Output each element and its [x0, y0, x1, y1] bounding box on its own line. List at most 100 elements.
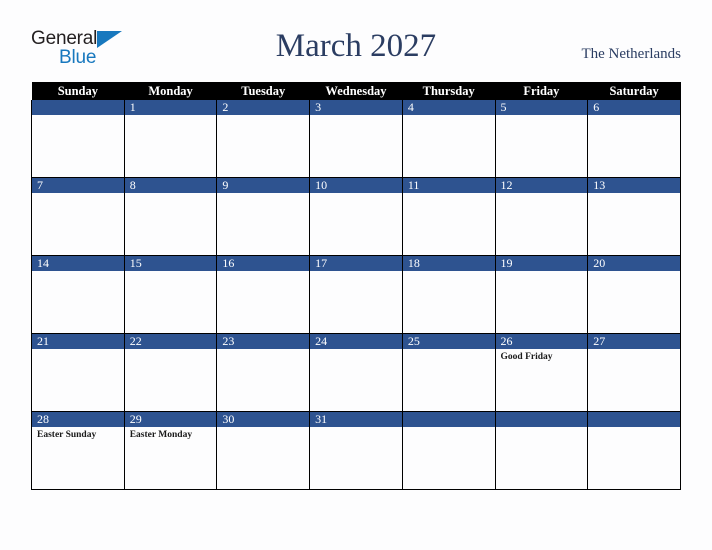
country-label: The Netherlands — [581, 46, 681, 62]
day-number — [32, 100, 124, 115]
calendar-day-cell[interactable]: 6 — [587, 100, 681, 178]
calendar-day-cell[interactable]: 3 — [309, 100, 403, 178]
day-events — [125, 193, 217, 195]
day-events — [310, 193, 402, 195]
day-events — [125, 349, 217, 351]
weekday-header-saturday: Saturday — [587, 82, 681, 100]
calendar-day-cell[interactable]: 2 — [216, 100, 311, 178]
day-events — [588, 193, 680, 195]
day-number: 1 — [124, 100, 217, 115]
day-number: 12 — [495, 178, 588, 193]
day-events — [217, 349, 309, 351]
day-number — [402, 412, 495, 427]
day-number: 23 — [217, 334, 310, 349]
calendar-day-cell[interactable]: 13 — [587, 177, 681, 256]
day-events — [403, 115, 495, 117]
day-events — [217, 427, 309, 429]
calendar-day-cell[interactable]: 19 — [494, 255, 589, 334]
event-label: Good Friday — [500, 352, 553, 362]
day-events — [310, 427, 402, 429]
day-events — [403, 349, 495, 351]
calendar-day-cell[interactable]: 20 — [587, 255, 681, 334]
day-number: 4 — [402, 100, 495, 115]
calendar-day-cell[interactable] — [401, 411, 496, 490]
event-label: Easter Monday — [129, 430, 193, 440]
calendar-day-cell[interactable]: 21 — [31, 333, 125, 412]
weekday-header-tuesday: Tuesday — [216, 82, 310, 100]
day-number: 31 — [310, 412, 402, 427]
calendar-day-cell[interactable]: 15 — [123, 255, 218, 334]
day-events — [125, 115, 217, 117]
calendar-day-cell[interactable]: 4 — [401, 100, 496, 178]
calendar-week-row: 7 8 9 10 11 12 13 — [31, 177, 681, 256]
calendar-day-cell[interactable] — [31, 100, 125, 178]
calendar-day-cell[interactable]: 30 — [216, 411, 311, 490]
day-number: 3 — [310, 100, 402, 115]
weekday-header-row: Sunday Monday Tuesday Wednesday Thursday… — [31, 82, 681, 100]
calendar-day-cell[interactable]: 25 — [401, 333, 496, 412]
calendar-page: General Blue March 2027 The Netherlands … — [0, 0, 712, 550]
day-events — [496, 427, 588, 429]
calendar-day-cell[interactable]: 8 — [123, 177, 218, 256]
calendar-week-row: 21 22 23 24 25 26 Good Friday 27 — [31, 333, 681, 412]
day-events — [403, 427, 495, 429]
calendar-day-cell[interactable]: 1 — [123, 100, 218, 178]
day-number: 16 — [217, 256, 310, 271]
weekday-header-wednesday: Wednesday — [309, 82, 403, 100]
day-events — [403, 193, 495, 195]
day-events — [496, 115, 588, 117]
calendar-grid: Sunday Monday Tuesday Wednesday Thursday… — [31, 82, 681, 490]
calendar-day-cell[interactable]: 17 — [309, 255, 403, 334]
day-events — [496, 193, 588, 195]
calendar-day-cell[interactable]: 24 — [309, 333, 403, 412]
calendar-day-cell[interactable]: 31 — [309, 411, 403, 490]
calendar-day-cell[interactable]: 14 — [31, 255, 125, 334]
day-events — [32, 349, 124, 351]
calendar-day-cell[interactable]: 27 — [587, 333, 681, 412]
calendar-day-cell[interactable]: 23 — [216, 333, 311, 412]
day-events — [217, 115, 309, 117]
day-number: 14 — [32, 256, 124, 271]
day-number: 28 — [32, 412, 124, 427]
day-number: 8 — [124, 178, 217, 193]
day-events — [403, 271, 495, 273]
day-number: 9 — [217, 178, 310, 193]
day-events — [588, 115, 680, 117]
weekday-header-sunday: Sunday — [31, 82, 125, 100]
calendar-day-cell[interactable]: 9 — [216, 177, 311, 256]
calendar-day-cell[interactable]: 11 — [401, 177, 496, 256]
day-number — [588, 412, 680, 427]
day-events — [32, 271, 124, 273]
calendar-day-cell[interactable]: 10 — [309, 177, 403, 256]
calendar-day-cell[interactable] — [587, 411, 681, 490]
calendar-day-cell[interactable]: 16 — [216, 255, 311, 334]
day-number: 29 — [124, 412, 217, 427]
day-number: 21 — [32, 334, 124, 349]
day-events: Easter Monday — [125, 427, 217, 441]
day-events: Good Friday — [496, 349, 588, 363]
day-number: 24 — [310, 334, 402, 349]
calendar-day-cell[interactable]: 7 — [31, 177, 125, 256]
calendar-week-row: 14 15 16 17 18 19 20 — [31, 255, 681, 334]
calendar-day-cell[interactable] — [494, 411, 589, 490]
weekday-header-friday: Friday — [495, 82, 588, 100]
event-label: Easter Sunday — [37, 430, 97, 440]
day-events: Easter Sunday — [32, 427, 124, 441]
day-events — [310, 349, 402, 351]
day-events — [217, 271, 309, 273]
day-number: 13 — [588, 178, 680, 193]
calendar-day-cell[interactable]: 28 Easter Sunday — [31, 411, 125, 490]
day-number: 18 — [402, 256, 495, 271]
calendar-day-cell[interactable]: 5 — [494, 100, 589, 178]
calendar-day-cell[interactable]: 29 Easter Monday — [123, 411, 218, 490]
day-events — [310, 271, 402, 273]
calendar-day-cell[interactable]: 18 — [401, 255, 496, 334]
day-number: 27 — [588, 334, 680, 349]
day-events — [217, 193, 309, 195]
weekday-header-monday: Monday — [124, 82, 217, 100]
calendar-day-cell[interactable]: 22 — [123, 333, 218, 412]
calendar-day-cell[interactable]: 12 — [494, 177, 589, 256]
day-number: 11 — [402, 178, 495, 193]
day-number: 2 — [217, 100, 310, 115]
calendar-day-cell[interactable]: 26 Good Friday — [494, 333, 589, 412]
